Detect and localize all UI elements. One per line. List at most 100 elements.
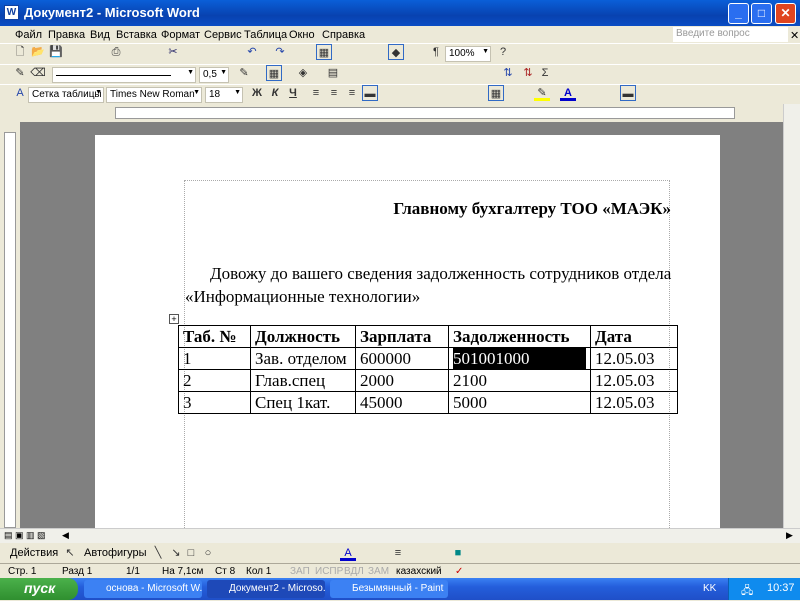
line-style-icon[interactable]: ≡	[390, 545, 406, 561]
header-cell[interactable]: Должность	[250, 325, 356, 348]
tables-borders-icon[interactable]: ▦	[316, 44, 332, 60]
font-color-icon[interactable]: A	[560, 85, 576, 101]
shading-icon[interactable]: ◈	[295, 65, 311, 81]
borders-icon[interactable]: ▦	[488, 85, 504, 101]
undo-icon[interactable]: ↶	[244, 44, 260, 60]
ask-question-input[interactable]: Введите вопрос	[673, 27, 788, 42]
table-cell-selected[interactable]: 501001000	[448, 347, 591, 370]
underline-button[interactable]: Ч	[285, 85, 301, 101]
sort-asc-icon[interactable]: ⇅	[500, 65, 516, 81]
table-cell[interactable]: Зав. отделом	[250, 347, 356, 370]
menu-tools[interactable]: Сервис	[204, 29, 242, 41]
font-color-icon[interactable]: A	[340, 545, 356, 561]
open-icon[interactable]: 📂	[30, 44, 46, 60]
shadow-icon[interactable]: ■	[450, 545, 466, 561]
align-right-icon[interactable]: ≡	[344, 85, 360, 101]
line-style-icon[interactable]: ▬	[620, 85, 636, 101]
draw-table-icon[interactable]: ✎	[12, 65, 28, 81]
close-button[interactable]: ✕	[775, 3, 796, 24]
font-size-select[interactable]: 18 ▼	[205, 87, 243, 103]
table-cell[interactable]: 12.05.03	[590, 391, 678, 414]
menu-insert[interactable]: Вставка	[116, 29, 157, 41]
highlight-icon[interactable]: ✎	[534, 85, 550, 101]
arrow-icon[interactable]: ↘	[168, 545, 184, 561]
print-icon[interactable]: ⎙	[108, 44, 124, 60]
minimize-button[interactable]: _	[728, 3, 749, 24]
header-cell[interactable]: Таб. №	[178, 325, 251, 348]
show-formatting-icon[interactable]: ¶	[428, 44, 444, 60]
autosum-icon[interactable]: Σ	[537, 65, 553, 81]
table-cell[interactable]: 2	[178, 369, 251, 392]
task-paint[interactable]: Безымянный - Paint	[330, 580, 448, 598]
vertical-ruler[interactable]	[0, 122, 20, 528]
task-osnova[interactable]: основа - Microsoft W...	[84, 580, 202, 598]
table-cell[interactable]: 600000	[355, 347, 449, 370]
table-cell[interactable]: Спец 1кат.	[250, 391, 356, 414]
table-cell[interactable]: 2100	[448, 369, 591, 392]
actions-menu[interactable]: Действия	[10, 547, 58, 559]
border-color-icon[interactable]: ✎	[236, 65, 252, 81]
menu-window[interactable]: Окно	[289, 29, 315, 41]
font-select[interactable]: Times New Roman ▼	[106, 87, 202, 103]
align-center-icon[interactable]: ≡	[326, 85, 342, 101]
horizontal-scrollbar[interactable]: ▤ ▣ ▥ ▧ ◀ ▶	[0, 528, 800, 543]
task-document2[interactable]: Документ2 - Microso...	[207, 580, 325, 598]
line-style-select[interactable]: ▼	[52, 67, 196, 83]
eraser-icon[interactable]: ⌫	[30, 65, 46, 81]
bold-button[interactable]: Ж	[249, 85, 265, 101]
style-select[interactable]: Сетка таблицы ▼	[28, 87, 104, 103]
menu-format[interactable]: Формат	[161, 29, 200, 41]
status-ext[interactable]: ВДЛ	[344, 566, 364, 577]
sort-desc-icon[interactable]: ⇅	[520, 65, 536, 81]
menu-edit[interactable]: Правка	[48, 29, 85, 41]
table-cell[interactable]: Глав.спец	[250, 369, 356, 392]
table-cell[interactable]: 45000	[355, 391, 449, 414]
select-pointer-icon[interactable]: ↖	[62, 545, 78, 561]
status-rec[interactable]: ЗАП	[290, 566, 310, 577]
horizontal-ruler[interactable]	[20, 104, 783, 122]
header-cell[interactable]: Дата	[590, 325, 678, 348]
status-trk[interactable]: ИСПР	[315, 566, 343, 577]
drawing-icon[interactable]: ◆	[388, 44, 404, 60]
language-indicator[interactable]: KK	[703, 583, 716, 594]
table-cell[interactable]: 3	[178, 391, 251, 414]
rectangle-icon[interactable]: □	[183, 545, 199, 561]
network-icon[interactable]: 🖧	[741, 582, 753, 601]
align-left-icon[interactable]: ≡	[308, 85, 324, 101]
styles-icon[interactable]: A	[12, 85, 28, 101]
insert-table-icon[interactable]: ▤	[325, 65, 341, 81]
maximize-button[interactable]: □	[751, 3, 772, 24]
table-cell[interactable]: 2000	[355, 369, 449, 392]
close-doc-icon[interactable]: ✕	[790, 29, 799, 42]
table-cell[interactable]: 12.05.03	[590, 347, 678, 370]
justify-icon[interactable]: ▬	[362, 85, 378, 101]
help-icon[interactable]: ?	[495, 44, 511, 60]
table-cell[interactable]: 1	[178, 347, 251, 370]
borders-icon[interactable]: ▦	[266, 65, 282, 81]
line-icon[interactable]: ╲	[150, 545, 166, 561]
status-ovr[interactable]: ЗАМ	[368, 566, 389, 577]
table-cell[interactable]: 5000	[448, 391, 591, 414]
autoshapes-menu[interactable]: Автофигуры	[84, 547, 147, 559]
table-cell[interactable]: 12.05.03	[590, 369, 678, 392]
italic-button[interactable]: К	[267, 85, 283, 101]
vertical-scrollbar[interactable]	[783, 104, 800, 528]
new-icon[interactable]: 🗋	[12, 44, 28, 60]
zoom-select[interactable]: 100% ▼	[445, 46, 491, 62]
header-cell[interactable]: Зарплата	[355, 325, 449, 348]
line-weight-select[interactable]: 0,5 ▼	[199, 67, 229, 83]
save-icon[interactable]: 💾	[48, 44, 64, 60]
spelling-icon[interactable]: ✓	[455, 566, 463, 577]
menu-table[interactable]: Таблица	[244, 29, 287, 41]
view-buttons[interactable]: ▤ ▣ ▥ ▧	[4, 530, 46, 541]
menu-file[interactable]: Файл	[15, 29, 42, 41]
menu-view[interactable]: Вид	[90, 29, 110, 41]
start-button[interactable]: пуск	[0, 578, 78, 600]
table-move-handle[interactable]: +	[169, 314, 179, 324]
header-cell[interactable]: Задолженность	[448, 325, 591, 348]
redo-icon[interactable]: ↷	[272, 44, 288, 60]
oval-icon[interactable]: ○	[200, 545, 216, 561]
menu-help[interactable]: Справка	[322, 29, 365, 41]
scroll-right-icon[interactable]: ▶	[786, 530, 793, 541]
scroll-left-icon[interactable]: ◀	[62, 530, 69, 541]
